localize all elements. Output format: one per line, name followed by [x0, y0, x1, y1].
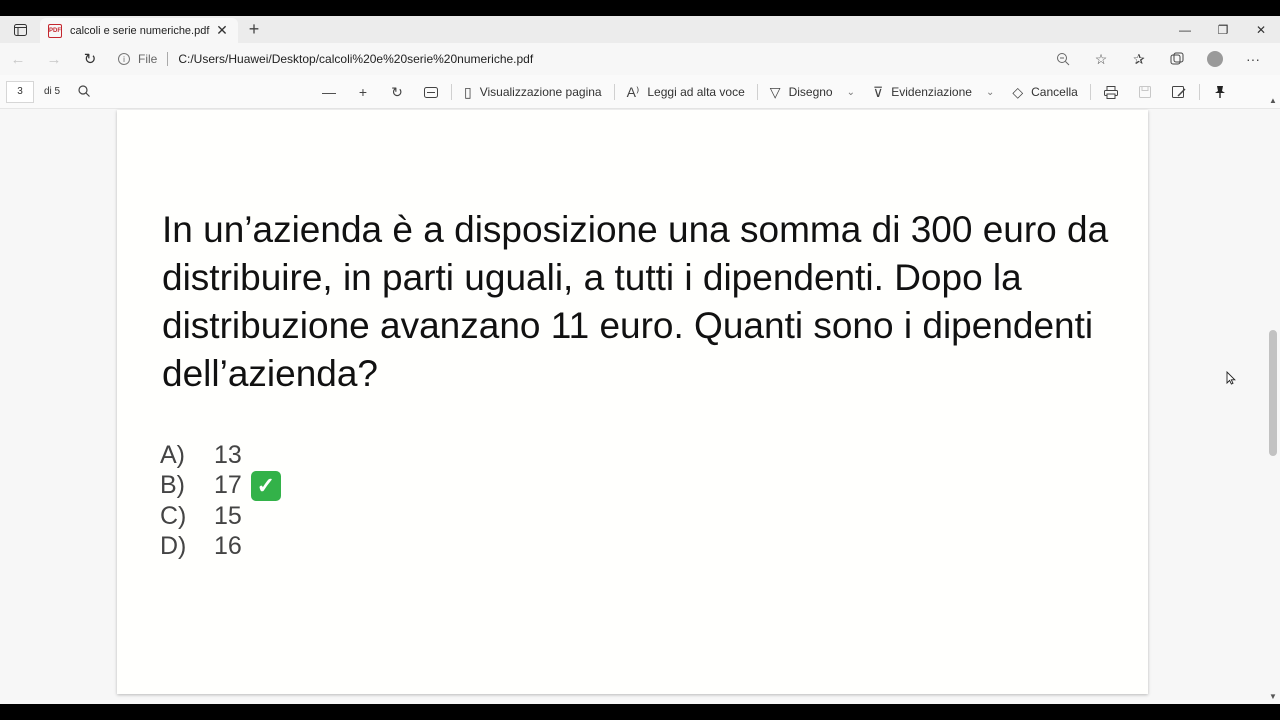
vertical-scrollbar[interactable]: ▲ ▼	[1266, 96, 1280, 704]
toolbar-divider	[756, 84, 758, 100]
toolbar-divider	[1198, 84, 1200, 100]
window-controls: — ❐ ✕	[1166, 16, 1280, 43]
collections-icon[interactable]	[1158, 45, 1196, 73]
add-favorite-icon[interactable]: ☆	[1082, 45, 1120, 73]
pdf-viewer[interactable]: In un’azienda è a disposizione una somma…	[0, 110, 1266, 704]
pdf-toolbar: 3 di 5 — + ↻ ▯ Visualizzazione pagina A⁾…	[0, 75, 1280, 109]
zoom-in-icon[interactable]: +	[346, 78, 380, 106]
tab-active[interactable]: PDF calcoli e serie numeriche.pdf ✕	[40, 18, 238, 43]
zoom-icon[interactable]	[1044, 45, 1082, 73]
address-divider	[167, 52, 169, 66]
bottom-letterbox	[0, 704, 1280, 720]
draw-icon: ▽	[769, 83, 781, 100]
pin-icon[interactable]	[1203, 78, 1237, 106]
pdf-tools: — + ↻ ▯ Visualizzazione pagina A⁾ Leggi …	[312, 75, 1237, 109]
new-tab-button[interactable]: +	[244, 19, 264, 39]
close-window-button[interactable]: ✕	[1242, 16, 1280, 43]
tab-close-icon[interactable]: ✕	[214, 22, 230, 39]
option-d: D) 16	[160, 532, 281, 563]
rotate-icon[interactable]: ↻	[380, 78, 414, 106]
draw-label: Disegno	[788, 85, 833, 99]
scroll-up-icon[interactable]: ▲	[1269, 96, 1277, 105]
tab-actions-icon[interactable]	[6, 20, 34, 40]
toolbar-divider	[451, 84, 452, 100]
save-as-icon[interactable]	[1162, 78, 1196, 106]
read-aloud-icon: A⁾	[626, 83, 640, 100]
option-value: 17	[214, 471, 242, 500]
eraser-icon: ◇	[1012, 83, 1024, 100]
pdf-page: In un’azienda è a disposizione una somma…	[117, 110, 1148, 694]
answer-options: A) 13 B) 17 ✓ C) 15 D) 16	[160, 440, 281, 562]
option-b: B) 17 ✓	[160, 470, 281, 502]
info-icon: i	[118, 53, 130, 65]
more-menu-icon[interactable]: ···	[1234, 45, 1272, 73]
toolbar-divider	[1089, 84, 1091, 100]
address-bar: ← → ↻ i File C:/Users/Huawei/Desktop/cal…	[0, 43, 1280, 75]
option-letter: A)	[160, 440, 185, 469]
scrollbar-thumb[interactable]	[1269, 330, 1277, 456]
page-view-button[interactable]: ▯ Visualizzazione pagina	[455, 78, 611, 106]
tab-strip: PDF calcoli e serie numeriche.pdf ✕ + — …	[0, 16, 1280, 43]
favorites-icon[interactable]: ✰	[1120, 45, 1158, 73]
url-field[interactable]: C:/Users/Huawei/Desktop/calcoli%20e%20se…	[178, 52, 533, 66]
check-mark-icon: ✓	[250, 470, 281, 501]
print-icon[interactable]	[1094, 78, 1128, 106]
page-number-input[interactable]: 3	[6, 80, 34, 103]
page-view-label: Visualizzazione pagina	[479, 85, 602, 99]
fit-page-icon[interactable]	[414, 78, 448, 106]
site-label: File	[138, 52, 158, 66]
read-aloud-label: Leggi ad alta voce	[647, 85, 745, 99]
restore-button[interactable]: ❐	[1204, 16, 1242, 43]
read-aloud-button[interactable]: A⁾ Leggi ad alta voce	[618, 78, 754, 106]
highlight-label: Evidenziazione	[891, 85, 972, 99]
scroll-down-icon[interactable]: ▼	[1269, 692, 1277, 701]
pdf-icon: PDF	[48, 23, 62, 38]
highlight-icon: ⊽	[872, 83, 884, 100]
option-c: C) 15	[160, 501, 281, 532]
address-actions: ☆ ✰ ···	[1044, 45, 1272, 73]
page-total: di 5	[44, 86, 61, 97]
erase-button[interactable]: ◇ Cancella	[1003, 78, 1086, 106]
avatar	[1207, 51, 1223, 67]
profile-avatar[interactable]	[1196, 45, 1234, 73]
refresh-button[interactable]: ↻	[72, 45, 108, 73]
chevron-down-icon[interactable]: ⌄	[847, 87, 855, 98]
option-value: 15	[214, 501, 242, 530]
page-view-icon: ▯	[464, 83, 472, 100]
save-icon[interactable]	[1128, 78, 1162, 106]
option-letter: B)	[160, 471, 185, 500]
chevron-down-icon[interactable]: ⌄	[986, 87, 994, 98]
question-text: In un’azienda è a disposizione una somma…	[162, 209, 1109, 394]
mouse-cursor-icon	[1226, 371, 1236, 385]
option-value: 16	[214, 532, 242, 561]
forward-button[interactable]: →	[36, 45, 72, 73]
search-icon[interactable]	[78, 84, 91, 100]
option-letter: C)	[160, 501, 187, 530]
option-a: A) 13	[160, 440, 281, 471]
option-value: 13	[214, 440, 242, 469]
arrow-right-icon: →	[46, 50, 62, 68]
erase-label: Cancella	[1031, 85, 1078, 99]
arrow-left-icon: ←	[10, 50, 26, 68]
highlight-button[interactable]: ⊽ Evidenziazione ⌄	[864, 78, 1003, 106]
option-letter: D)	[160, 532, 187, 561]
back-button[interactable]: ←	[0, 45, 36, 73]
minimize-button[interactable]: —	[1166, 16, 1204, 43]
zoom-out-icon[interactable]: —	[312, 78, 346, 106]
site-info-button[interactable]: i File	[118, 52, 157, 66]
browser-window: PDF calcoli e serie numeriche.pdf ✕ + — …	[0, 16, 1280, 704]
tab-title: calcoli e serie numeriche.pdf	[70, 24, 210, 37]
toolbar-divider	[613, 84, 615, 100]
refresh-icon: ↻	[83, 51, 97, 68]
draw-button[interactable]: ▽ Disegno ⌄	[761, 78, 864, 106]
